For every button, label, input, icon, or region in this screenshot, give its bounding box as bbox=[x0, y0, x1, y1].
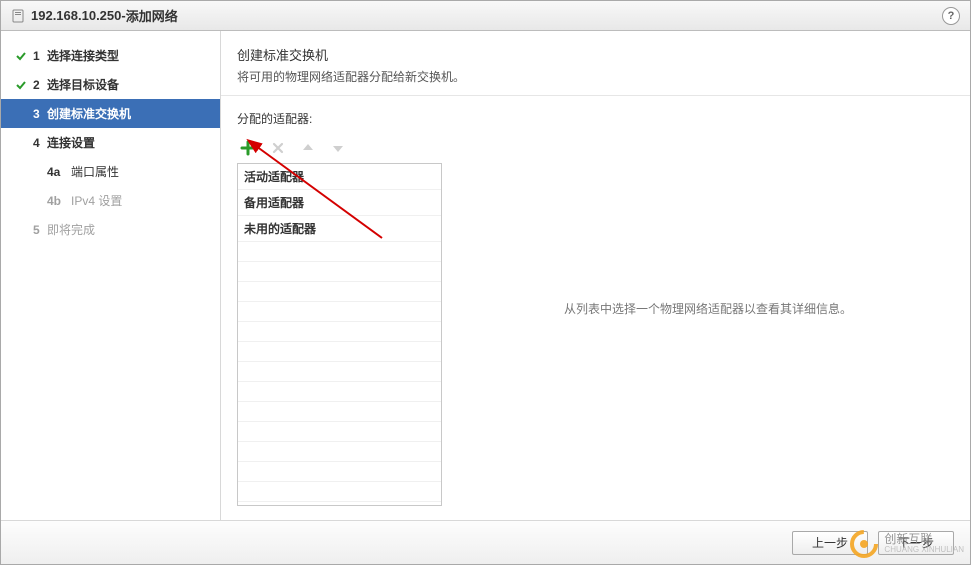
assigned-adapters-label: 分配的适配器: bbox=[237, 110, 442, 127]
step-number: 4b bbox=[47, 194, 65, 208]
step-label: 连接设置 bbox=[47, 134, 95, 151]
step-target-device[interactable]: 2 选择目标设备 bbox=[1, 70, 220, 99]
adapter-detail-panel: 从列表中选择一个物理网络适配器以查看其详细信息。 bbox=[442, 110, 954, 506]
move-up-button[interactable] bbox=[299, 139, 317, 157]
step-label: 选择连接类型 bbox=[47, 47, 119, 64]
dialog-footer: 上一步 下一步 bbox=[1, 520, 970, 564]
list-item bbox=[238, 462, 441, 482]
step-number: 4a bbox=[47, 165, 65, 179]
help-button[interactable]: ? bbox=[942, 7, 960, 25]
step-connection-type[interactable]: 1 选择连接类型 bbox=[1, 41, 220, 70]
adapter-listbox[interactable]: 活动适配器 备用适配器 未用的适配器 bbox=[237, 163, 442, 506]
list-item bbox=[238, 482, 441, 502]
content-header: 创建标准交换机 将可用的物理网络适配器分配给新交换机。 bbox=[221, 31, 970, 96]
list-item bbox=[238, 402, 441, 422]
list-group-active[interactable]: 活动适配器 bbox=[238, 164, 441, 190]
dialog-titlebar: 192.168.10.250 - 添加网络 ? bbox=[1, 1, 970, 31]
assigned-adapters-panel: 分配的适配器: bbox=[237, 110, 442, 506]
step-number: 2 bbox=[33, 78, 41, 92]
check-icon bbox=[13, 50, 29, 62]
adapter-toolbar bbox=[237, 137, 442, 163]
list-item bbox=[238, 242, 441, 262]
list-item bbox=[238, 362, 441, 382]
step-label: 创建标准交换机 bbox=[47, 105, 131, 122]
page-subtitle: 将可用的物理网络适配器分配给新交换机。 bbox=[237, 68, 954, 85]
step-label: 端口属性 bbox=[71, 163, 119, 180]
content-body: 分配的适配器: bbox=[221, 96, 970, 520]
step-connection-settings[interactable]: 4 连接设置 bbox=[1, 128, 220, 157]
check-icon bbox=[13, 79, 29, 91]
list-item bbox=[238, 382, 441, 402]
step-label: 选择目标设备 bbox=[47, 76, 119, 93]
remove-adapter-button[interactable] bbox=[269, 139, 287, 157]
step-number: 5 bbox=[33, 223, 41, 237]
add-adapter-button[interactable] bbox=[239, 139, 257, 157]
list-group-standby[interactable]: 备用适配器 bbox=[238, 190, 441, 216]
list-item bbox=[238, 422, 441, 442]
list-item bbox=[238, 262, 441, 282]
list-item bbox=[238, 442, 441, 462]
list-item bbox=[238, 302, 441, 322]
next-button[interactable]: 下一步 bbox=[878, 531, 954, 555]
step-number: 3 bbox=[33, 107, 41, 121]
step-ready-to-complete[interactable]: 5 即将完成 bbox=[1, 215, 220, 244]
list-item bbox=[238, 342, 441, 362]
step-label: 即将完成 bbox=[47, 221, 95, 238]
page-title: 创建标准交换机 bbox=[237, 45, 954, 64]
list-item bbox=[238, 282, 441, 302]
host-icon bbox=[11, 9, 25, 23]
list-item bbox=[238, 322, 441, 342]
add-network-dialog: 192.168.10.250 - 添加网络 ? 1 选择连接类型 2 选择目标设… bbox=[0, 0, 971, 565]
list-group-unused[interactable]: 未用的适配器 bbox=[238, 216, 441, 242]
back-button[interactable]: 上一步 bbox=[792, 531, 868, 555]
step-number: 1 bbox=[33, 49, 41, 63]
step-number: 4 bbox=[33, 136, 41, 150]
step-ipv4-settings[interactable]: 4b IPv4 设置 bbox=[1, 186, 220, 215]
dialog-title-host: 192.168.10.250 bbox=[31, 8, 121, 23]
move-down-button[interactable] bbox=[329, 139, 347, 157]
step-port-properties[interactable]: 4a 端口属性 bbox=[1, 157, 220, 186]
dialog-body: 1 选择连接类型 2 选择目标设备 3 创建标准交换机 4 连接设置 4a 端口… bbox=[1, 31, 970, 520]
step-create-vswitch[interactable]: 3 创建标准交换机 bbox=[1, 99, 220, 128]
wizard-content: 创建标准交换机 将可用的物理网络适配器分配给新交换机。 分配的适配器: bbox=[221, 31, 970, 520]
dialog-title-label: 添加网络 bbox=[126, 6, 178, 25]
detail-placeholder-text: 从列表中选择一个物理网络适配器以查看其详细信息。 bbox=[564, 300, 852, 317]
wizard-sidebar: 1 选择连接类型 2 选择目标设备 3 创建标准交换机 4 连接设置 4a 端口… bbox=[1, 31, 221, 520]
step-label: IPv4 设置 bbox=[71, 192, 122, 209]
